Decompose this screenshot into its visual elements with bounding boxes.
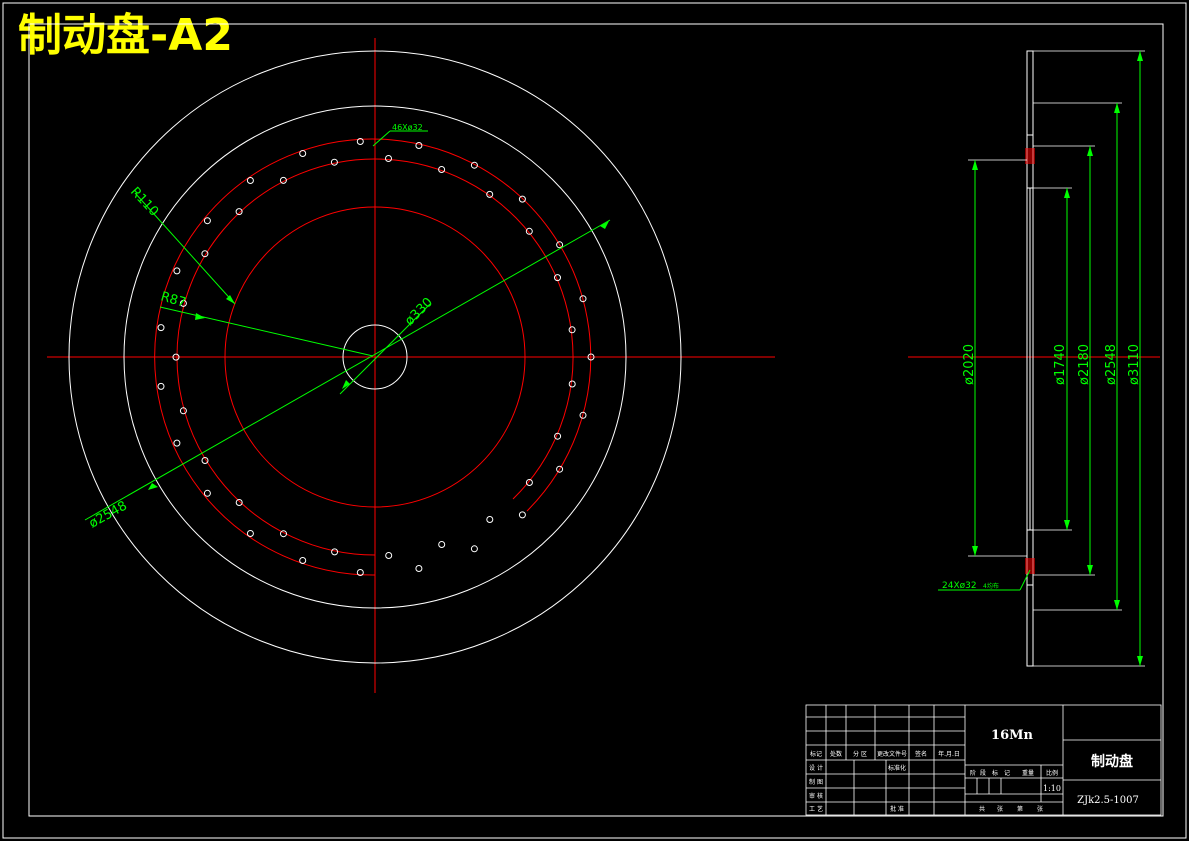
bolt-hole (385, 552, 393, 559)
bolt-hole (157, 324, 165, 332)
bolt-hole (415, 565, 423, 572)
bolt-hole (518, 511, 526, 519)
outer-frame (2, 2, 1187, 839)
svg-text:批 准: 批 准 (890, 805, 904, 813)
bolt-hole (173, 439, 181, 447)
svg-text:签名: 签名 (915, 750, 927, 758)
front-view: R110 R87 ø330 ø2548 46Xø32 (47, 38, 775, 693)
bolt-hole (331, 548, 339, 556)
bolt-hole (299, 557, 307, 564)
svg-text:标记: 标记 (810, 750, 822, 758)
bolt-hole (385, 155, 392, 162)
material-label: 16Mn (991, 728, 1033, 743)
svg-text:分 区: 分 区 (853, 750, 867, 758)
svg-text:阶: 阶 (970, 769, 976, 777)
hole-note-label: 46Xø32 (392, 123, 423, 132)
bolt-hole (486, 516, 494, 523)
dim-d330: ø330 (339, 295, 436, 395)
bolt-hole (415, 142, 423, 149)
inner-frame (28, 23, 1164, 817)
title-block-sheet-labels: 共 张 第 张 (979, 805, 1043, 813)
dim-d1740-label: ø1740 (1053, 344, 1068, 385)
svg-text:第: 第 (1017, 805, 1023, 813)
svg-text:处数: 处数 (830, 750, 842, 758)
dim-d2180-label: ø2180 (1077, 344, 1092, 385)
svg-text:比例: 比例 (1046, 769, 1058, 777)
dim-d2020-label: ø2020 (962, 344, 977, 385)
bolt-hole (173, 267, 181, 275)
bolt-hole (568, 326, 576, 334)
dim-d330-label: ø330 (402, 295, 436, 329)
dim-r87: R87 (159, 289, 374, 357)
bolt-hole (470, 545, 478, 553)
svg-text:共: 共 (979, 805, 985, 813)
svg-text:记: 记 (1004, 770, 1010, 777)
svg-text:审 核: 审 核 (809, 792, 823, 800)
svg-text:张: 张 (997, 805, 1003, 813)
part-name-label: 制动盘 (1091, 753, 1133, 770)
engineering-drawing: R110 R87 ø330 ø2548 46Xø32 ø2020 ø1740 ø… (2, 2, 1187, 839)
bolt-hole (157, 382, 165, 390)
drawing-number-label: ZJk2.5-1007 (1077, 795, 1139, 806)
side-hub-lower (1026, 529, 1034, 586)
title-block-row-labels: 标记 处数 分 区 更改文件号 签名 年.月.日 (810, 750, 960, 758)
dim-r110-label: R110 (127, 184, 161, 219)
title-block-stage-labels: 阶 段 标 记 重量 比例 (970, 769, 1058, 777)
bolt-hole (246, 530, 254, 537)
svg-text:更改文件号: 更改文件号 (877, 750, 907, 758)
bolt-hole (203, 217, 211, 225)
dim-d3110-label: ø3110 (1127, 344, 1142, 385)
bolt-hole (438, 541, 446, 548)
bolt-hole (299, 150, 307, 157)
svg-text:重量: 重量 (1022, 769, 1034, 777)
svg-text:张: 张 (1037, 805, 1043, 813)
dim-d2548-side-label: ø2548 (1104, 344, 1119, 385)
scale-label: 1:10 (1043, 784, 1061, 793)
svg-text:制 图: 制 图 (809, 778, 823, 786)
bolt-hole (246, 177, 254, 184)
side-hole-note-sub: 4均布 (983, 582, 999, 590)
title-block-left-labels: 设 计 制 图 审 核 工 艺 标准化 批 准 (809, 764, 906, 813)
bolt-hole (568, 380, 576, 388)
side-hole-note: 24Xø32 4均布 (938, 569, 1031, 591)
svg-text:年.月.日: 年.月.日 (938, 750, 960, 758)
svg-text:段: 段 (980, 769, 986, 777)
svg-text:设 计: 设 计 (809, 764, 823, 772)
svg-text:标准化: 标准化 (888, 764, 906, 772)
bolt-hole (203, 489, 211, 497)
side-view: ø2020 ø1740 ø2180 ø2548 ø3110 24Xø32 4均布 (908, 50, 1160, 667)
svg-text:工 艺: 工 艺 (809, 805, 823, 813)
side-hole-section-lower (1025, 558, 1035, 574)
side-hole-section-upper (1025, 148, 1035, 164)
svg-text:标: 标 (992, 769, 998, 777)
side-hole-note-label: 24Xø32 (942, 581, 977, 591)
dim-d2548-front-label: ø2548 (87, 498, 130, 531)
